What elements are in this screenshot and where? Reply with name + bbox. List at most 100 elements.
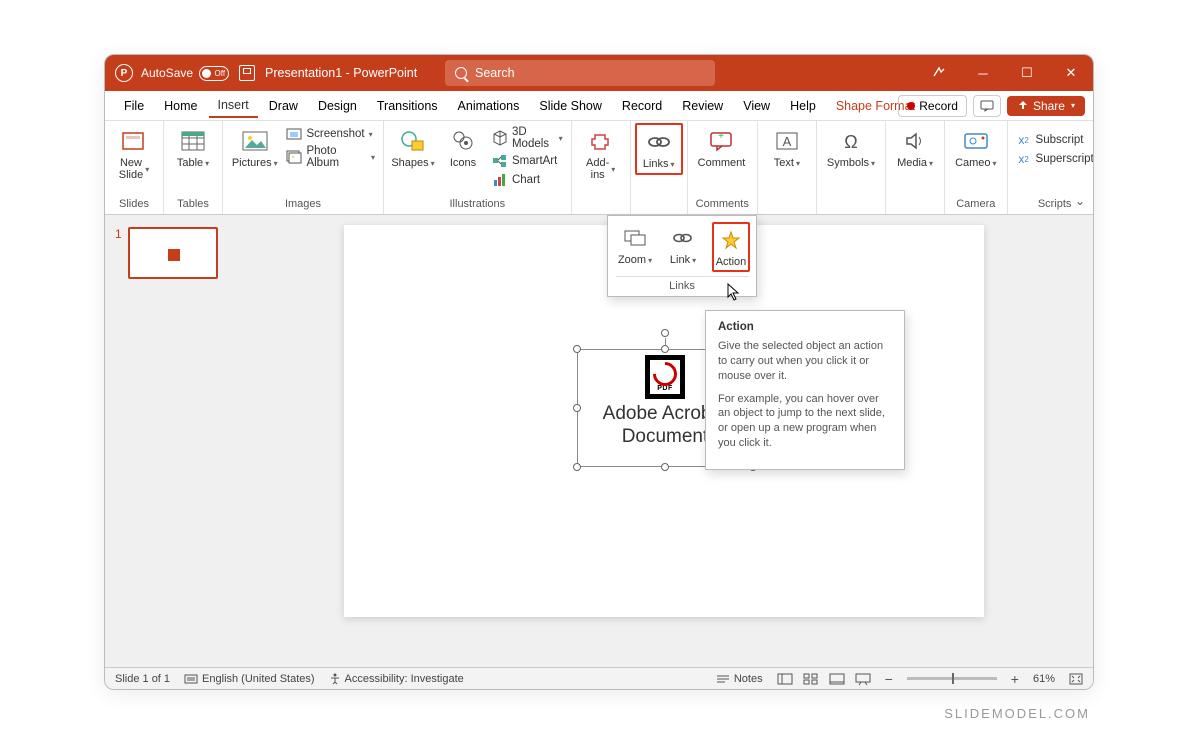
photo-album-button[interactable]: Photo Album▾ [286,144,375,170]
autosave-toggle[interactable]: AutoSave Off [141,66,229,81]
links-button[interactable]: Links▾ [638,126,680,172]
pictures-button[interactable]: Pictures▾ [231,125,278,171]
rotate-handle[interactable] [661,329,669,337]
tab-draw[interactable]: Draw [260,95,307,117]
status-bar: Slide 1 of 1 English (United States) Acc… [105,667,1093,689]
chart-icon [492,172,508,188]
close-button[interactable]: ✕ [1049,55,1093,91]
thumbnail-pane[interactable]: 1 [105,215,235,667]
smartart-button[interactable]: SmartArt [492,152,563,170]
subscript-button[interactable]: x2Subscript [1016,131,1094,149]
zoom-slider[interactable] [907,677,997,680]
reading-view-icon[interactable] [829,673,845,685]
search-placeholder: Search [475,66,515,80]
zoom-in-button[interactable]: + [1011,671,1019,687]
document-title: Presentation1 - PowerPoint [265,66,417,80]
zoom-percent[interactable]: 61% [1033,673,1055,685]
record-button[interactable]: Record [898,95,967,117]
window-controls: ─ ☐ ✕ [917,55,1093,91]
text-button[interactable]: A Text▾ [766,125,808,171]
status-accessibility[interactable]: Accessibility: Investigate [329,673,464,685]
3d-models-button[interactable]: 3D Models▾ [492,125,563,151]
ribbon-group-tables: Table▾ Tables [164,121,223,214]
tab-slideshow[interactable]: Slide Show [530,95,611,117]
slideshow-view-icon[interactable] [855,673,871,685]
tab-help[interactable]: Help [781,95,825,117]
table-button[interactable]: Table▾ [172,125,214,171]
keyboard-icon [184,673,198,685]
ribbon-group-comments: + Comment Comments [688,121,758,214]
title-bar: P AutoSave Off Presentation1 - PowerPoin… [105,55,1093,91]
cameo-button[interactable]: Cameo▾ [953,125,998,171]
addins-icon [586,127,616,155]
comment-button[interactable]: + Comment [696,125,748,171]
new-slide-button[interactable]: New Slide▾ [113,125,155,183]
comment-icon: + [707,127,737,155]
tab-design[interactable]: Design [309,95,366,117]
slide-thumbnail-1[interactable] [128,227,218,279]
normal-view-icon[interactable] [777,673,793,685]
ribbon-group-links: Links▾ [631,121,688,214]
ribbon-group-text: A Text▾ [758,121,817,214]
tab-home[interactable]: Home [155,95,206,117]
tooltip-body-2: For example, you can hover over an objec… [718,392,892,451]
resize-handle[interactable] [661,463,669,471]
search-box[interactable]: Search [445,60,715,86]
icons-button[interactable]: Icons [442,125,484,171]
save-icon[interactable] [239,65,255,81]
addins-button[interactable]: Add- ins▾ [580,125,622,183]
ribbon-display-icon[interactable] [917,55,961,91]
new-slide-icon [119,127,149,155]
toggle-switch[interactable]: Off [199,66,229,81]
share-button[interactable]: Share▾ [1007,96,1085,116]
maximize-button[interactable]: ☐ [1005,55,1049,91]
tab-transitions[interactable]: Transitions [368,95,447,117]
screenshot-button[interactable]: Screenshot▾ [286,125,375,143]
ribbon-group-illustrations: Shapes▾ Icons 3D Models▾ SmartArt Chart … [384,121,572,214]
symbols-button[interactable]: Ω Symbols▾ [825,125,877,171]
omega-icon: Ω [836,127,866,155]
tab-record[interactable]: Record [613,95,671,117]
svg-text:Ω: Ω [844,132,857,152]
menu-bar: File Home Insert Draw Design Transitions… [105,91,1093,121]
thumb-number: 1 [115,227,122,279]
cube-icon [492,130,508,146]
table-icon [178,127,208,155]
tab-review[interactable]: Review [673,95,732,117]
resize-handle[interactable] [573,463,581,471]
work-area: 1 PDF [105,215,1093,667]
powerpoint-icon: P [115,64,133,82]
search-icon [455,67,467,79]
ribbon: New Slide▾ Slides Table▾ Tables Pictures… [105,121,1093,215]
sorter-view-icon[interactable] [803,673,819,685]
comments-pane-button[interactable] [973,95,1001,117]
resize-handle[interactable] [573,345,581,353]
app-window: P AutoSave Off Presentation1 - PowerPoin… [104,54,1094,690]
media-button[interactable]: Media▾ [894,125,936,171]
action-button[interactable]: Action [712,222,750,272]
fit-to-window-icon[interactable] [1069,673,1083,685]
text-icon: A [772,127,802,155]
zoom-icon [620,224,650,252]
pdf-object-icon[interactable]: PDF [645,355,685,399]
tab-animations[interactable]: Animations [449,95,529,117]
link-icon [668,224,698,252]
shapes-button[interactable]: Shapes▾ [392,125,434,171]
tooltip-body-1: Give the selected object an action to ca… [718,339,892,384]
status-slide-count[interactable]: Slide 1 of 1 [115,673,170,685]
minimize-button[interactable]: ─ [961,55,1005,91]
tab-insert[interactable]: Insert [209,94,258,118]
ribbon-group-addins: Add- ins▾ [572,121,631,214]
status-language[interactable]: English (United States) [184,673,315,685]
svg-text:+: + [718,131,724,142]
tab-file[interactable]: File [115,95,153,117]
resize-handle[interactable] [661,345,669,353]
notes-button[interactable]: Notes [716,673,763,685]
collapse-ribbon-button[interactable]: ⌄ [1075,194,1085,208]
tab-view[interactable]: View [734,95,779,117]
superscript-button[interactable]: x2Superscript [1016,150,1094,168]
chart-button[interactable]: Chart [492,171,563,189]
zoom-button[interactable]: Zoom▾ [616,222,654,272]
zoom-out-button[interactable]: − [885,671,893,687]
link-button[interactable]: Link▾ [664,222,702,272]
